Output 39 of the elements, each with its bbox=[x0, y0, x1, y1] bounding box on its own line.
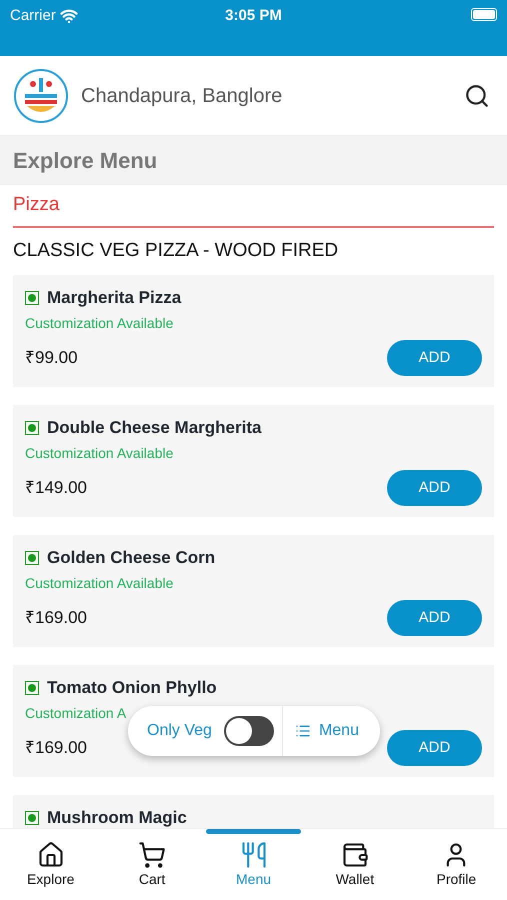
wallet-icon bbox=[340, 841, 369, 869]
item-price: ₹169.00 bbox=[25, 607, 87, 630]
only-veg-toggle[interactable] bbox=[224, 716, 274, 746]
category-tab[interactable]: Pizza bbox=[13, 185, 60, 226]
add-button[interactable]: ADD bbox=[387, 730, 482, 766]
menu-button[interactable]: Menu bbox=[282, 719, 359, 743]
add-button[interactable]: ADD bbox=[387, 470, 482, 506]
fork-spoon-icon bbox=[240, 841, 268, 869]
only-veg-label: Only Veg bbox=[147, 721, 212, 741]
item-price: ₹99.00 bbox=[25, 347, 78, 370]
customization-note: Customization Available bbox=[25, 444, 174, 463]
customization-note: Customization Available bbox=[25, 314, 174, 333]
clock: 3:05 PM bbox=[225, 6, 282, 26]
cart-icon bbox=[138, 841, 166, 869]
customization-note: Customization Available bbox=[25, 574, 174, 593]
nav-tab[interactable]: Menu bbox=[202, 829, 304, 900]
item-price: ₹169.00 bbox=[25, 737, 87, 760]
carrier-label: Carrier bbox=[10, 6, 56, 26]
nav-tab[interactable]: Profile bbox=[406, 829, 507, 900]
nav-tab[interactable]: Explore bbox=[0, 829, 102, 900]
page-title: Explore Menu bbox=[13, 146, 158, 175]
item-name: Mushroom Magic bbox=[47, 807, 187, 828]
item-name: Margherita Pizza bbox=[47, 287, 182, 310]
add-button[interactable]: ADD bbox=[387, 340, 482, 376]
logo-icon bbox=[13, 68, 69, 124]
battery-icon bbox=[470, 8, 497, 21]
item-price: ₹149.00 bbox=[25, 477, 87, 500]
add-button[interactable]: ADD bbox=[387, 600, 482, 636]
item-name: Double Cheese Margherita bbox=[47, 417, 262, 440]
list-icon bbox=[294, 723, 311, 739]
item-name: Golden Cheese Corn bbox=[47, 547, 216, 570]
customization-note: Customization A bbox=[25, 704, 126, 723]
nav-tab[interactable]: Wallet bbox=[304, 829, 406, 900]
wifi-icon bbox=[60, 7, 78, 26]
location-label[interactable]: Chandapura, Banglore bbox=[81, 80, 448, 110]
item-name: Tomato Onion Phyllo bbox=[47, 677, 217, 700]
house-icon bbox=[36, 841, 65, 869]
nav-tab[interactable]: Cart bbox=[101, 829, 203, 900]
section-title: CLASSIC VEG PIZZA - WOOD FIRED bbox=[13, 239, 338, 264]
